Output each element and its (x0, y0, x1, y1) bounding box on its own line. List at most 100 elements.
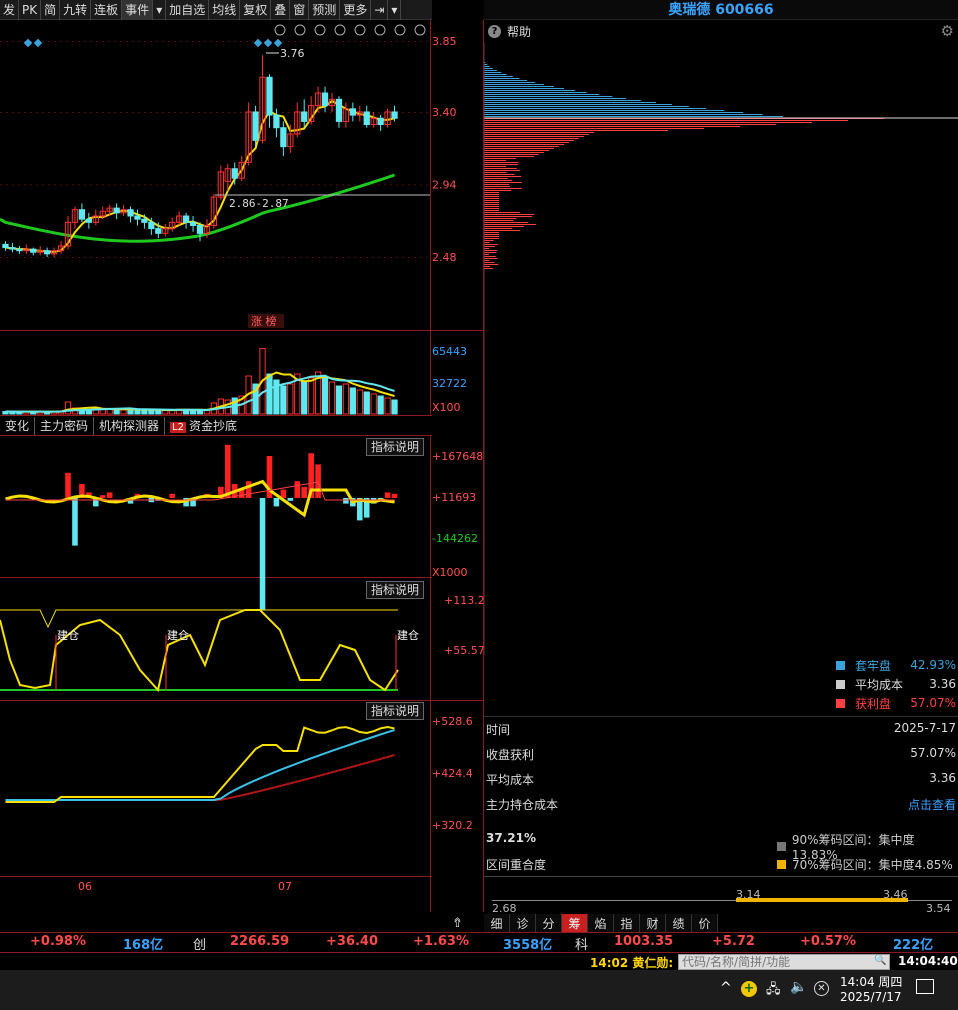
price-grid-dot (150, 184, 152, 186)
overlap-percent: 37.21% (486, 831, 536, 845)
price-grid-dot (234, 111, 236, 113)
chips-header: ? 帮助 ⚙ (484, 20, 958, 42)
price-grid-dot (78, 184, 80, 186)
separator-p1 (0, 577, 432, 578)
windows-taskbar: ^ + 🖧 🔈 ✕ 14:04 周四 2025/7/17 (0, 970, 958, 1010)
price-grid-dot (138, 41, 140, 42)
chip-bar-profit (484, 244, 499, 245)
chip-bar-profit (484, 258, 498, 259)
bottom-tab-4[interactable]: 焰 (588, 914, 614, 934)
price-grid-dot (120, 41, 122, 42)
indicator-help-button-1[interactable]: 指标说明 (366, 438, 425, 456)
help-link[interactable]: ? 帮助 (488, 23, 531, 40)
price-grid-dot (390, 184, 392, 186)
toolbar-item-5[interactable]: 事件 (122, 0, 154, 20)
price-grid-dot (234, 41, 236, 42)
toolbar-item-11[interactable]: 窗 (290, 0, 310, 20)
bottom-tab-0[interactable]: 细 (484, 914, 510, 934)
info-label: 平均成本 (486, 773, 535, 787)
toolbar-item-6[interactable]: ▾ (153, 0, 167, 20)
search-icon[interactable]: 🔍 (874, 955, 886, 966)
flow-line-yellow (5, 479, 395, 518)
candle (85, 212, 92, 229)
range70-swatch (777, 860, 786, 869)
candle-body (134, 215, 141, 220)
tab-zijin-chaodi[interactable]: L2 资金抄底 (165, 417, 242, 435)
tab-jigou[interactable]: 机构探测器 (94, 416, 166, 435)
bottom-tab-3[interactable]: 筹 (562, 914, 588, 934)
chip-bar-profit (484, 134, 589, 135)
price-grid-dot (66, 41, 68, 42)
ke-label[interactable]: 科 (575, 934, 588, 953)
chip-bar-profit (484, 254, 490, 255)
status-bar: 14:02 黄仁勋: 🔍 14:04:40 (0, 952, 958, 970)
info-row-3[interactable]: 主力持仓成本 点击查看 (486, 796, 956, 813)
bottom-tab-6[interactable]: 财 (640, 914, 666, 934)
bottom-tab-7[interactable]: 绩 (666, 914, 692, 934)
search-input[interactable] (678, 954, 890, 970)
indicator-help-button-2[interactable]: 指标说明 (366, 581, 425, 599)
price-grid-dot (318, 111, 320, 113)
plus-app-icon[interactable]: + (741, 981, 757, 997)
price-grid-dot (408, 111, 410, 113)
price-grid-dot (396, 41, 398, 42)
price-grid-dot (12, 111, 14, 113)
bottom-tab-5[interactable]: 指 (614, 914, 640, 934)
zoom-out-icon (414, 24, 426, 36)
candle-body (189, 221, 197, 226)
price-grid-dot (186, 184, 188, 186)
toolbar-item-9[interactable]: 复权 (240, 0, 272, 20)
chip-bar-profit (484, 188, 522, 189)
taskbar-time[interactable]: 14:04 周四 (840, 973, 902, 990)
bottom-tab-2[interactable]: 分 (536, 914, 562, 934)
price-grid-dot (312, 41, 314, 42)
price-grid-dot (264, 257, 266, 258)
chuang-label[interactable]: 创 (193, 934, 206, 953)
price-grid-dot (348, 184, 350, 186)
toolbar-item-1[interactable]: PK (19, 0, 42, 20)
tab-zhulimima[interactable]: 主力密码 (35, 416, 95, 435)
price-grid-dot (288, 184, 290, 186)
indicator-help-button-3[interactable]: 指标说明 (366, 702, 425, 720)
toolbar-item-12[interactable]: 预测 (309, 0, 341, 20)
gear-icon[interactable]: ⚙ (941, 22, 954, 40)
taskbar-date[interactable]: 2025/7/17 (840, 990, 902, 1004)
collapse-up-icon[interactable]: ⇮ (452, 916, 463, 931)
toolbar-item-0[interactable]: 发 (0, 0, 20, 20)
bottom-tab-1[interactable]: 诊 (510, 914, 536, 934)
toolbar-item-8[interactable]: 均线 (209, 0, 241, 20)
volume-icon[interactable]: 🔈 (790, 979, 807, 995)
kline-chart-area[interactable]: 3.85 3.40 2.94 2.48 3.76 2.86-2.87 涨 榜 65443 327… (0, 20, 484, 912)
toolbar-item-13[interactable]: 更多 (340, 0, 372, 20)
chevron-up-icon[interactable]: ^ (720, 980, 732, 996)
panel2-axis-label: +55.57 (444, 644, 484, 657)
close-circle-icon[interactable]: ✕ (814, 981, 829, 996)
network-icon[interactable]: 🖧 (766, 980, 781, 1002)
candle (252, 105, 259, 147)
legend-value: 57.07% (910, 696, 956, 710)
notification-icon[interactable] (916, 979, 934, 994)
price-grid-dot (180, 257, 182, 258)
toolbar-item-15[interactable]: ▾ (388, 0, 402, 20)
price-grid-dot (0, 184, 2, 186)
news-ticker[interactable]: 14:02 黄仁勋: (590, 954, 673, 971)
toolbar-item-3[interactable]: 九转 (60, 0, 92, 20)
chip-bar-trapped (484, 110, 725, 111)
panel1-axis-label: -144262 (432, 532, 478, 545)
chip-bar-profit (484, 262, 495, 263)
price-grid-dot (36, 257, 38, 258)
toolbar-item-7[interactable]: 加自选 (166, 0, 210, 20)
info-value[interactable]: 点击查看 (908, 796, 956, 813)
info-value: 3.36 (929, 771, 956, 785)
tab-bianhua[interactable]: 变化 (0, 416, 36, 435)
toolbar-item-10[interactable]: 叠 (271, 0, 291, 20)
chip-bar-trapped (484, 74, 507, 75)
price-grid-dot (36, 184, 38, 186)
toolbar-item-14[interactable]: ⇥ (371, 0, 389, 20)
toolbar-item-2[interactable]: 简 (41, 0, 61, 20)
candle (23, 244, 30, 254)
bottom-tab-8[interactable]: 价 (692, 914, 718, 934)
price-grid-dot (426, 184, 428, 186)
toolbar-item-4[interactable]: 连板 (91, 0, 123, 20)
price-grid-dot (36, 111, 38, 113)
